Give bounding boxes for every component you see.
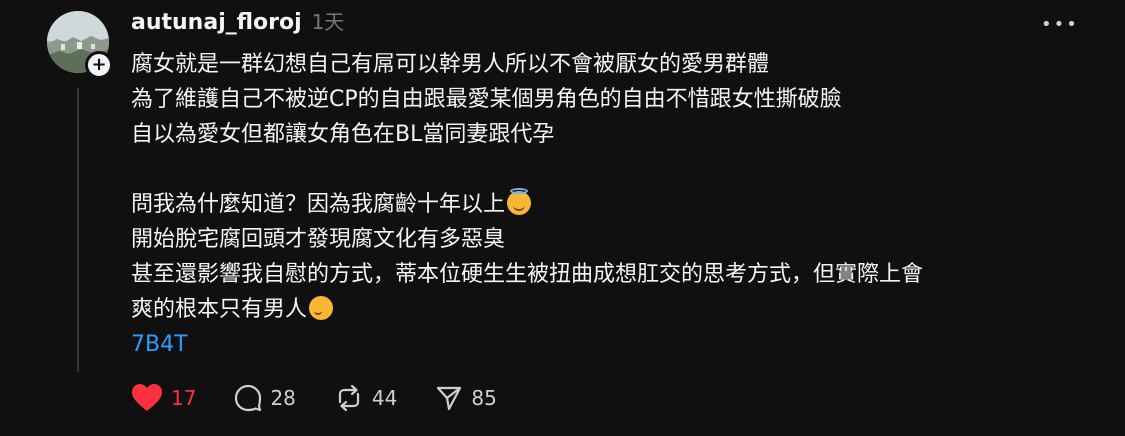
heart-icon xyxy=(132,384,162,411)
like-count: 17 xyxy=(171,386,197,410)
halo-emoji-icon xyxy=(507,188,532,215)
post-line: 問我為什麼知道？因為我腐齡十年以上 xyxy=(131,187,1091,222)
comment-count: 28 xyxy=(270,386,296,410)
username-link[interactable]: autunaj_floroj xyxy=(131,10,302,35)
avatar-container[interactable]: + xyxy=(47,11,113,79)
timestamp[interactable]: 1天 xyxy=(312,6,345,35)
post-line: 為了維護自己不被逆CP的自由跟最愛某個男角色的自由不惜跟女性撕破臉 xyxy=(131,87,842,112)
post-line-text: 爽的根本只有男人 xyxy=(131,297,308,322)
share-button[interactable]: 85 xyxy=(435,384,497,412)
action-bar: 17 28 44 85 xyxy=(131,380,535,416)
post-line: 爽的根本只有男人 xyxy=(131,292,1091,327)
follow-plus-icon[interactable]: + xyxy=(85,51,113,79)
post-line: 開始脫宅腐回頭才發現腐文化有多惡臭 xyxy=(131,227,506,252)
repost-button[interactable]: 44 xyxy=(334,384,397,412)
like-button[interactable]: 17 xyxy=(131,383,196,413)
send-icon xyxy=(437,386,462,411)
post-line: 腐女就是一群幻想自己有屌可以幹男人所以不會被厭女的愛男群體 xyxy=(131,52,770,77)
repost-count: 44 xyxy=(371,386,398,410)
post-body: 腐女就是一群幻想自己有屌可以幹男人所以不會被厭女的愛男群體 為了維護自己不被逆C… xyxy=(131,47,1091,362)
comment-icon xyxy=(235,384,262,412)
share-count: 85 xyxy=(471,386,497,410)
comment-button[interactable]: 28 xyxy=(234,384,296,412)
topic-tag-link[interactable]: 7B4T xyxy=(131,327,1091,362)
post-line-text: 問我為什麼知道？因為我腐齡十年以上 xyxy=(131,192,506,217)
repost-icon xyxy=(338,384,360,412)
drooling-emoji-icon xyxy=(309,296,334,320)
more-options-icon[interactable]: ••• xyxy=(1041,14,1079,35)
thread-line xyxy=(77,88,79,372)
post-line: 甚至還影響我自慰的方式，蒂本位硬生生被扭曲成想肛交的思考方式，但實際上會 xyxy=(131,262,924,287)
post-header: autunaj_floroj 1天 xyxy=(131,6,344,35)
post-line: 自以為愛女但都讓女角色在BL當同妻跟代孕 xyxy=(131,122,555,147)
